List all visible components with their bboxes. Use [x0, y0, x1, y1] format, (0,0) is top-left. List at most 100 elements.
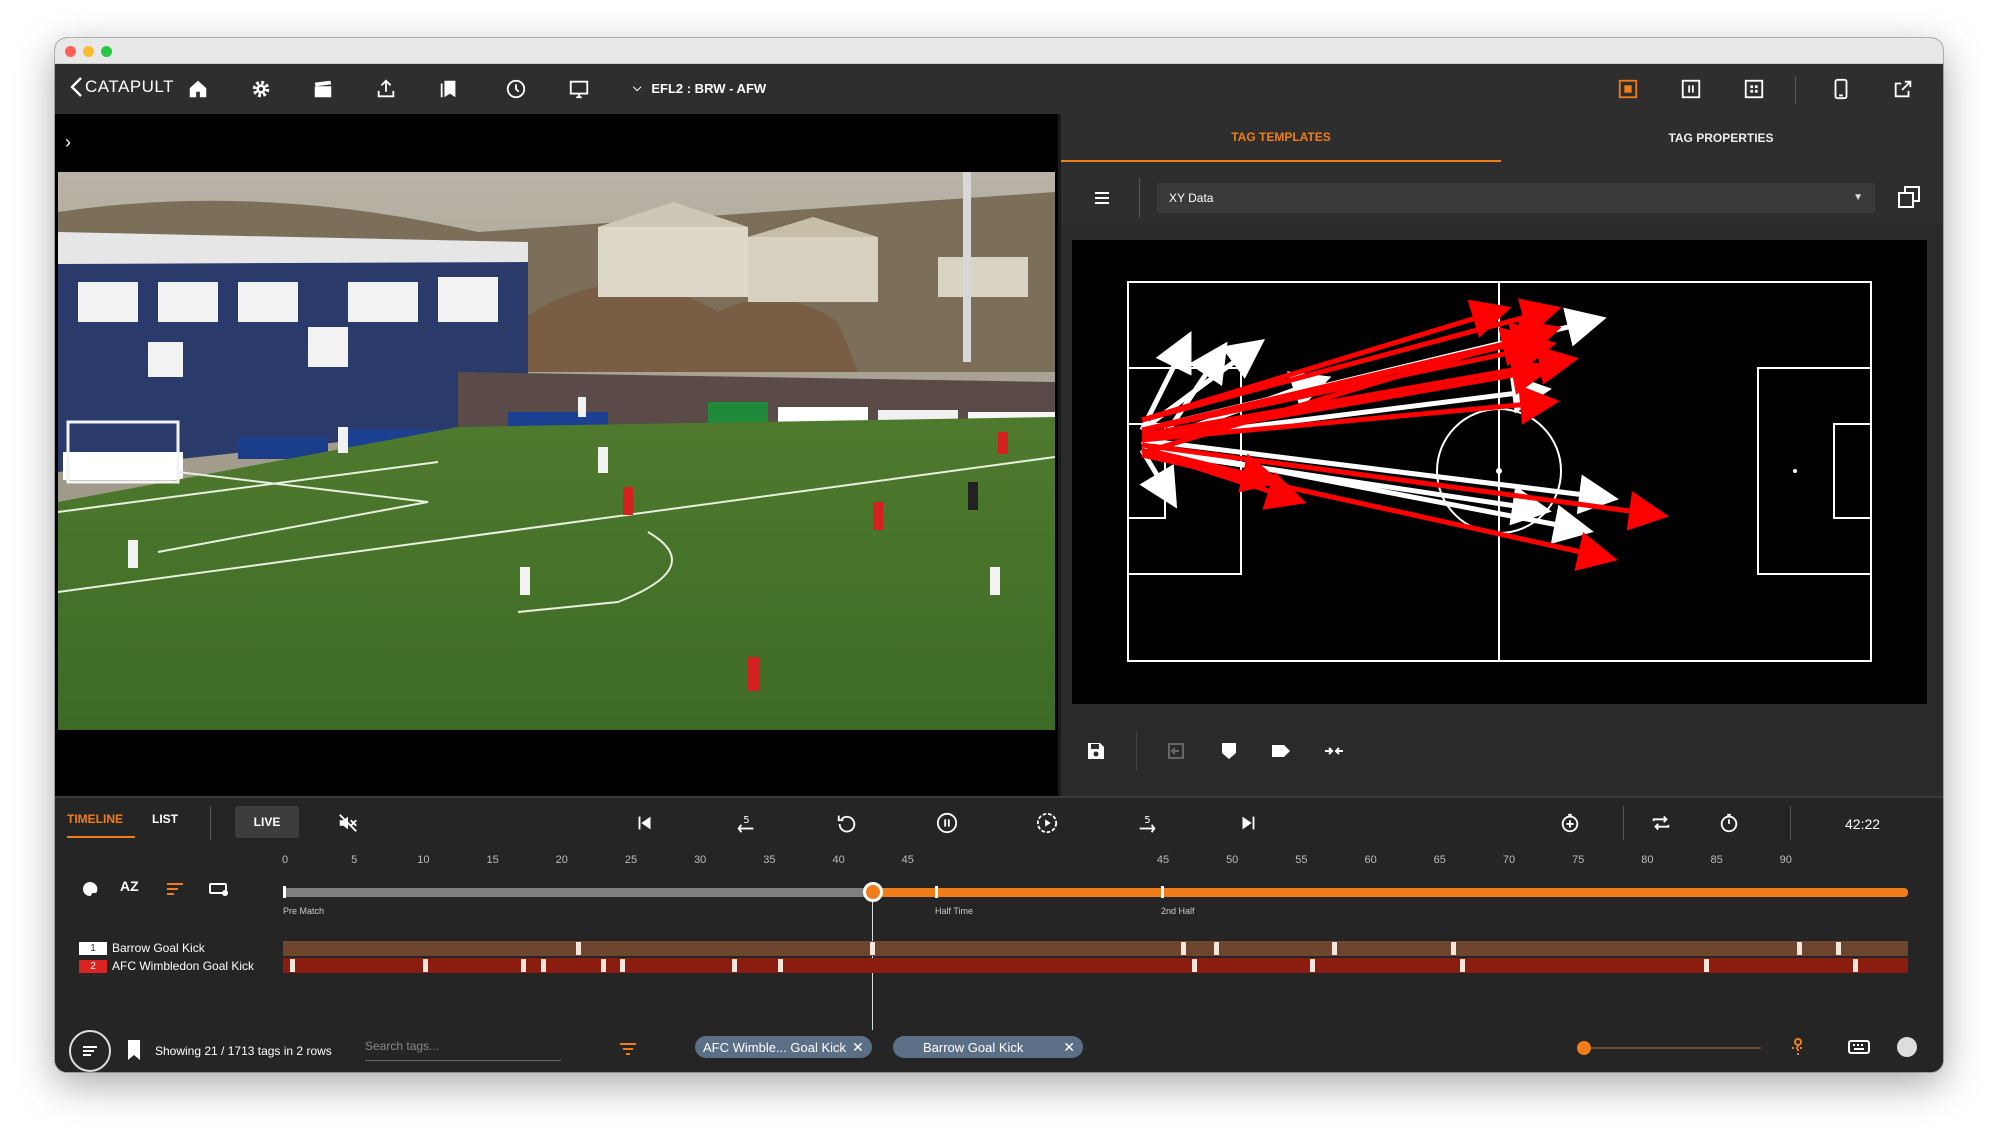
tag-marker[interactable]	[1797, 942, 1802, 955]
tag-marker[interactable]	[1853, 959, 1858, 972]
loop-button[interactable]	[1646, 808, 1676, 838]
filter-button[interactable]	[618, 1041, 638, 1062]
split-view-button[interactable]	[1676, 74, 1706, 104]
xy-pitch-view[interactable]	[1072, 240, 1927, 704]
tab-tag-properties[interactable]: TAG PROPERTIES	[1501, 114, 1941, 162]
tag-marker[interactable]	[423, 959, 428, 972]
tag-marker[interactable]	[541, 959, 546, 972]
frame-step-button[interactable]	[1032, 808, 1062, 838]
tag-marker[interactable]	[778, 959, 783, 972]
step-forward-5-button[interactable]: 5	[1132, 808, 1162, 838]
color-button[interactable]	[81, 880, 99, 903]
marker-half-time: Half Time	[935, 906, 974, 916]
clips-button[interactable]	[308, 74, 338, 104]
tag-marker[interactable]	[620, 959, 625, 972]
tick-label: 45	[901, 854, 914, 866]
skip-start-button[interactable]	[630, 808, 660, 838]
tag-marker[interactable]	[1332, 942, 1337, 955]
skip-end-button[interactable]	[1233, 808, 1263, 838]
filter-chip-wimbledon[interactable]: AFC Wimble... Goal Kick ✕	[695, 1036, 872, 1058]
tag-marker[interactable]	[1836, 942, 1841, 955]
match-selector[interactable]: ⌵ EFL2 : BRW - AFW	[633, 81, 766, 96]
display-button[interactable]	[564, 74, 594, 104]
close-window-button[interactable]	[65, 46, 76, 57]
settings-button[interactable]	[246, 74, 276, 104]
tab-list[interactable]: LIST	[152, 812, 178, 826]
live-button[interactable]: LIVE	[235, 806, 299, 838]
tablet-view-button[interactable]	[1826, 74, 1856, 104]
tag-marker[interactable]	[601, 959, 606, 972]
sort-alpha-icon[interactable]: AZ	[120, 878, 139, 894]
tag-marker[interactable]	[870, 942, 875, 955]
tab-timeline[interactable]: TIMELINE	[67, 812, 135, 838]
gear-icon	[252, 80, 270, 98]
expand-chevron-icon[interactable]: ›	[65, 132, 71, 153]
history-button[interactable]	[501, 74, 531, 104]
tag-marker[interactable]	[732, 959, 737, 972]
split-layout-icon	[1681, 79, 1701, 99]
row-label-wimbledon[interactable]: 2 AFC Wimbledon Goal Kick	[79, 958, 275, 974]
svg-text:5: 5	[743, 815, 749, 826]
save-button[interactable]	[1081, 736, 1111, 766]
merge-button[interactable]	[1319, 736, 1349, 766]
tick-label: 15	[486, 854, 499, 866]
minimize-window-button[interactable]	[83, 46, 94, 57]
tag-row-wimbledon[interactable]	[283, 958, 1908, 973]
step-back-5-button[interactable]: 5	[731, 808, 761, 838]
tab-tag-templates[interactable]: TAG TEMPLATES	[1061, 114, 1501, 162]
home-button[interactable]	[183, 74, 213, 104]
detach-panel-button[interactable]	[1896, 184, 1922, 215]
sort-button[interactable]	[165, 880, 185, 903]
tag-marker[interactable]	[1214, 942, 1219, 955]
import-icon	[1168, 743, 1184, 759]
stopwatch-button[interactable]	[1714, 808, 1744, 838]
tag-marker[interactable]	[1460, 959, 1465, 972]
bookmarks-button[interactable]	[434, 74, 464, 104]
close-icon[interactable]: ✕	[1063, 1039, 1075, 1056]
external-link-icon	[1894, 80, 1912, 98]
tag-marker[interactable]	[1704, 959, 1709, 972]
tag-marker[interactable]	[1310, 959, 1315, 972]
filter-chip-barrow[interactable]: Barrow Goal Kick ✕	[893, 1036, 1083, 1058]
keyboard-button[interactable]	[1848, 1038, 1870, 1061]
zoom-slider-handle[interactable]	[1577, 1041, 1591, 1055]
tag-marker[interactable]	[290, 959, 295, 972]
template-select[interactable]: XY Data ▼	[1157, 183, 1875, 213]
grid-view-button[interactable]	[1739, 74, 1769, 104]
goal-kick-arrows	[1139, 298, 1669, 572]
tag-row-barrow[interactable]	[283, 941, 1908, 956]
filter-menu-button[interactable]	[69, 1030, 111, 1072]
zoom-window-button[interactable]	[101, 46, 112, 57]
pause-button[interactable]	[932, 808, 962, 838]
playhead-handle[interactable]	[863, 882, 883, 902]
row-number: 2	[79, 959, 107, 973]
tag-marker[interactable]	[576, 942, 581, 955]
mute-button[interactable]	[333, 808, 363, 838]
add-marker-button[interactable]	[1555, 808, 1585, 838]
close-icon[interactable]: ✕	[852, 1039, 864, 1056]
single-view-button[interactable]	[1613, 74, 1643, 104]
chip-label: AFC Wimble... Goal Kick	[703, 1039, 847, 1055]
popout-button[interactable]	[1888, 74, 1918, 104]
row-settings-button[interactable]	[208, 880, 230, 903]
tag-marker[interactable]	[1451, 942, 1456, 955]
shield-tag-button[interactable]	[1214, 736, 1244, 766]
row-label-barrow[interactable]: 1 Barrow Goal Kick	[79, 940, 275, 956]
timeline-scrub-bar[interactable]	[283, 888, 1908, 897]
rotate-ccw-icon	[837, 815, 856, 833]
video-player[interactable]	[58, 172, 1055, 730]
search-tags-input[interactable]: Search tags...	[365, 1035, 561, 1061]
label-tag-button[interactable]	[1266, 736, 1296, 766]
tick-label: 50	[1226, 854, 1239, 866]
tag-marker[interactable]	[1192, 959, 1197, 972]
export-button[interactable]	[371, 74, 401, 104]
tag-marker[interactable]	[1181, 942, 1186, 955]
menu-button[interactable]	[1093, 189, 1111, 212]
catapult-logo-icon	[70, 77, 82, 97]
status-indicator[interactable]	[1897, 1037, 1917, 1057]
replay-button[interactable]	[832, 808, 862, 838]
pin-button[interactable]	[1788, 1036, 1808, 1063]
zoom-slider[interactable]	[1581, 1047, 1761, 1049]
tag-marker[interactable]	[521, 959, 526, 972]
tag-count-status: Showing 21 / 1713 tags in 2 rows	[155, 1044, 332, 1058]
